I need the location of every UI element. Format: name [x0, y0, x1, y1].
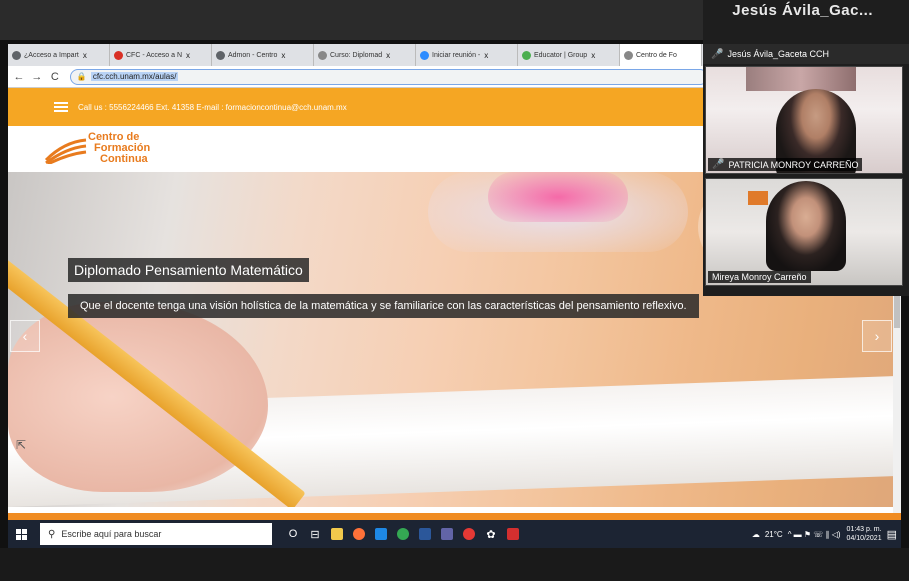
zoom-host-tile[interactable]: 🎤 Jesús Ávila_Gaceta CCH	[703, 44, 909, 64]
participant-avatar-2	[766, 181, 846, 271]
screen: ¿Acceso a Impart x CFC - Acceso a Nx Admon …	[0, 0, 909, 581]
hand-image-part	[8, 302, 268, 492]
tab-favicon-icon	[420, 50, 429, 60]
browser-tab[interactable]: Centro de Fo	[620, 44, 702, 66]
tab-favicon-icon	[114, 50, 123, 60]
tab-label: Centro de Fo	[636, 51, 677, 59]
search-icon: ⚲	[48, 528, 56, 540]
chrome-icon[interactable]	[392, 520, 414, 548]
browser-tab[interactable]: Curso: Diplomad x	[314, 44, 416, 66]
tab-favicon-icon	[522, 50, 531, 60]
clock-time: 01:43 p. m.	[846, 526, 882, 533]
zoom-video-panel: Jesús Ávila_Gac... 🎤 Jesús Ávila_Gaceta …	[703, 0, 909, 296]
windows-taskbar: ⚲ Escribe aquí para buscar O ⊟ ✿ ☁ 21°C ^ …	[8, 520, 901, 548]
teams-icon[interactable]	[436, 520, 458, 548]
logo-swoosh-icon	[44, 138, 87, 164]
app-red-icon[interactable]	[458, 520, 480, 548]
slide-description: Que el docente tenga una visión holístic…	[68, 294, 699, 318]
browser-tab[interactable]: ¿Acceso a Impart x	[8, 44, 110, 66]
tab-favicon-icon	[12, 50, 21, 60]
participant-label-1: 🎤 PATRICIA MONROY CARREÑO	[708, 158, 863, 171]
tab-close-icon[interactable]: x	[281, 51, 285, 60]
browser-tab[interactable]: Iniciar reunión -x	[416, 44, 518, 66]
task-view-icon[interactable]: ⊟	[304, 520, 326, 548]
tab-favicon-icon	[216, 50, 225, 60]
tab-favicon-icon	[318, 50, 327, 60]
browser-tab[interactable]: CFC - Acceso a Nx	[110, 44, 212, 66]
browser-tab-strip: ¿Acceso a Impart x CFC - Acceso a Nx Admon …	[8, 44, 708, 66]
tab-favicon-icon	[624, 50, 633, 60]
participant-video-1[interactable]: 🎤 PATRICIA MONROY CARREÑO	[705, 66, 903, 174]
tab-label: Curso: Diplomad	[330, 51, 383, 59]
zoom-active-speaker-name: Jesús Ávila_Gac...	[732, 2, 873, 19]
taskbar-apps: O ⊟ ✿	[282, 520, 524, 548]
clock[interactable]: 01:43 p. m. 04/10/2021	[847, 525, 882, 543]
url-field[interactable]: 🔒 cfc.cch.unam.mx/aulas/	[69, 68, 708, 85]
tab-close-icon[interactable]: x	[83, 51, 87, 60]
notification-icon[interactable]: ▤	[887, 528, 897, 541]
slider-prev-button[interactable]: ‹	[10, 320, 40, 352]
settings-icon[interactable]: ✿	[480, 520, 502, 548]
tab-close-icon[interactable]: x	[186, 51, 190, 60]
search-placeholder: Escribe aquí para buscar	[61, 529, 162, 539]
url-text[interactable]: cfc.cch.unam.mx/aulas/	[90, 72, 179, 81]
hamburger-menu-icon[interactable]	[54, 102, 68, 112]
acrobat-icon[interactable]	[502, 520, 524, 548]
system-tray: ☁ 21°C ^ ▬ ⚑ ☏ ∥ ◁) 01:43 p. m. 04/10/20…	[747, 520, 897, 548]
participant-video-2[interactable]: Mireya Monroy Carreño	[705, 178, 903, 286]
bottom-letterbox	[0, 548, 909, 581]
slider-next-button[interactable]: ›	[862, 320, 892, 352]
tray-icons[interactable]: ^ ▬ ⚑ ☏ ∥ ◁)	[788, 530, 841, 539]
browser-tab[interactable]: Educator | Group x	[518, 44, 620, 66]
firefox-icon[interactable]	[348, 520, 370, 548]
tab-close-icon[interactable]: x	[386, 51, 390, 60]
cortana-icon[interactable]: O	[282, 520, 304, 548]
address-bar: ← → C 🔒 cfc.cch.unam.mx/aulas/	[8, 66, 708, 88]
slide-title: Diplomado Pensamiento Matemático	[68, 258, 309, 282]
site-footer-strip	[8, 513, 901, 520]
tab-label: ¿Acceso a Impart	[24, 51, 79, 59]
back-button[interactable]: ←	[12, 71, 26, 83]
windows-start-icon[interactable]	[8, 520, 34, 548]
tab-label: CFC - Acceso a N	[126, 51, 183, 59]
muted-mic-icon: 🎤	[712, 159, 725, 170]
weather-temp[interactable]: 21°C	[765, 530, 783, 539]
host-name: Jesús Ávila_Gaceta CCH	[727, 49, 829, 59]
participant-name-2: Mireya Monroy Carreño	[712, 272, 807, 282]
weather-cloud-icon[interactable]: ☁	[752, 530, 760, 539]
muted-mic-icon: 🎤	[711, 48, 724, 60]
tab-label: Admon - Centro	[228, 51, 278, 59]
forward-button[interactable]: →	[30, 71, 44, 83]
tab-close-icon[interactable]: x	[484, 51, 488, 60]
participant-name-1: PATRICIA MONROY CARREÑO	[728, 159, 859, 170]
mouse-cursor-icon: ⇱	[16, 438, 27, 452]
participant-label-2: Mireya Monroy Carreño	[708, 271, 811, 283]
app-blue-icon[interactable]	[370, 520, 392, 548]
logo-line-3: Continua	[100, 153, 148, 165]
explorer-icon[interactable]	[326, 520, 348, 548]
browser-tab[interactable]: Admon - Centro x	[212, 44, 314, 66]
lock-icon: 🔒	[76, 72, 87, 81]
tab-label: Iniciar reunión -	[432, 51, 481, 59]
contact-info: Call us : 5556224466 Ext. 41358 E-mail :…	[78, 102, 347, 112]
word-icon[interactable]	[414, 520, 436, 548]
tab-close-icon[interactable]: x	[591, 51, 595, 60]
clock-date: 04/10/2021	[846, 535, 882, 542]
taskbar-search-box[interactable]: ⚲ Escribe aquí para buscar	[40, 523, 272, 545]
reload-button[interactable]: C	[48, 71, 62, 83]
site-logo[interactable]: Centro de Formación Continua	[44, 130, 204, 170]
tab-label: Educator | Group	[534, 51, 588, 59]
